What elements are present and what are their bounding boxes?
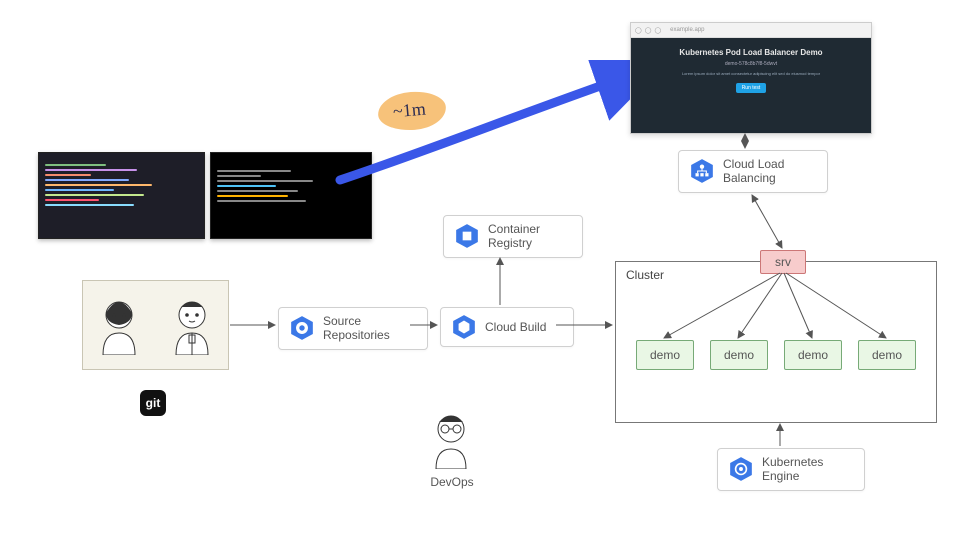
- load-balancing-icon: [689, 158, 715, 184]
- browser-preview: ◯◯◯example.app Kubernetes Pod Load Balan…: [630, 22, 872, 134]
- cloud-load-balancing-node: Cloud Load Balancing: [678, 150, 828, 193]
- pod-2: demo: [710, 340, 768, 370]
- kubernetes-icon: [728, 456, 754, 482]
- git-icon: git: [140, 390, 166, 416]
- kubernetes-engine-node: Kubernetes Engine: [717, 448, 865, 491]
- cloud-build-icon: [451, 314, 477, 340]
- pod-1: demo: [636, 340, 694, 370]
- big-arrow: [330, 60, 660, 200]
- source-repos-icon: [289, 315, 315, 341]
- cluster-title: Cluster: [626, 268, 664, 282]
- container-registry-node: Container Registry: [443, 215, 583, 258]
- browser-chrome: ◯◯◯example.app: [631, 23, 871, 38]
- pod-4: demo: [858, 340, 916, 370]
- developers-box: [82, 280, 229, 370]
- annotation-text: ~1m: [392, 99, 426, 123]
- devops-label: DevOps: [430, 475, 474, 489]
- pod-3: demo: [784, 340, 842, 370]
- page-button: Run test: [736, 83, 767, 93]
- architecture-diagram: ~1m git Source Repositories Cloud Build …: [0, 0, 960, 540]
- page-desc: Lorem ipsum dolor sit amet consectetur a…: [682, 71, 820, 76]
- source-repositories-node: Source Repositories: [278, 307, 428, 350]
- cloud-build-node: Cloud Build: [440, 307, 574, 347]
- page-title: Kubernetes Pod Load Balancer Demo: [679, 48, 822, 57]
- container-registry-icon: [454, 223, 480, 249]
- dev-avatar-2: [167, 295, 217, 355]
- browser-page: Kubernetes Pod Load Balancer Demo demo-5…: [631, 38, 871, 133]
- code-editor-thumbnail: [38, 152, 205, 239]
- service-node: srv: [760, 250, 806, 274]
- devops-avatar: [424, 410, 478, 470]
- page-subtitle: demo-578c8b7f8-5dwvt: [725, 61, 777, 67]
- dev-avatar-1: [94, 295, 144, 355]
